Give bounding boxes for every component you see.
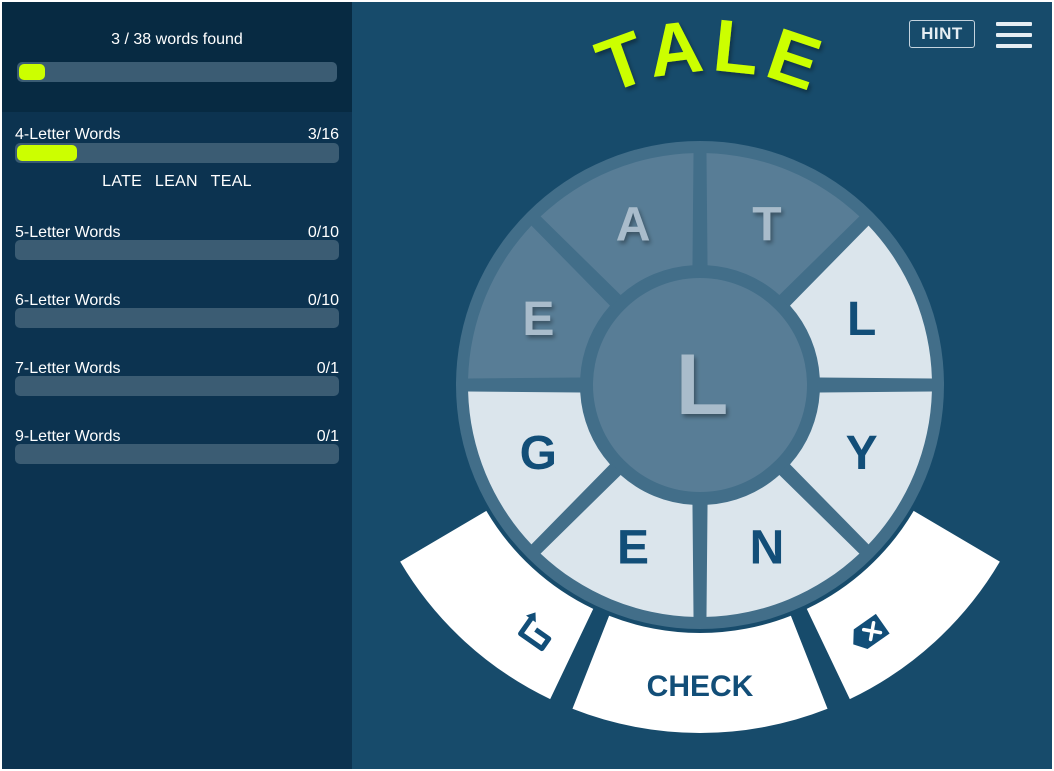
letter-tile-letter: A <box>616 198 651 251</box>
current-word: TALE <box>586 3 836 108</box>
letter-wheel-board: TALE T L Y N E G E A L CHECK <box>400 3 1000 733</box>
check-button-label: CHECK <box>647 670 754 703</box>
center-letter: L <box>676 337 729 433</box>
current-word-text: TALE <box>586 3 830 108</box>
game-window: 3 / 38 words found 4-Letter Words 3/16 L… <box>2 2 1052 769</box>
letter-tile-letter: E <box>617 522 649 575</box>
letter-tile-letter: L <box>847 293 876 346</box>
letter-tile-letter: G <box>520 427 557 480</box>
letter-tile-letter: N <box>750 522 785 575</box>
letter-tile-letter: T <box>752 198 781 251</box>
letter-tile-letter: E <box>522 293 554 346</box>
letter-tile-letter: Y <box>846 427 878 480</box>
